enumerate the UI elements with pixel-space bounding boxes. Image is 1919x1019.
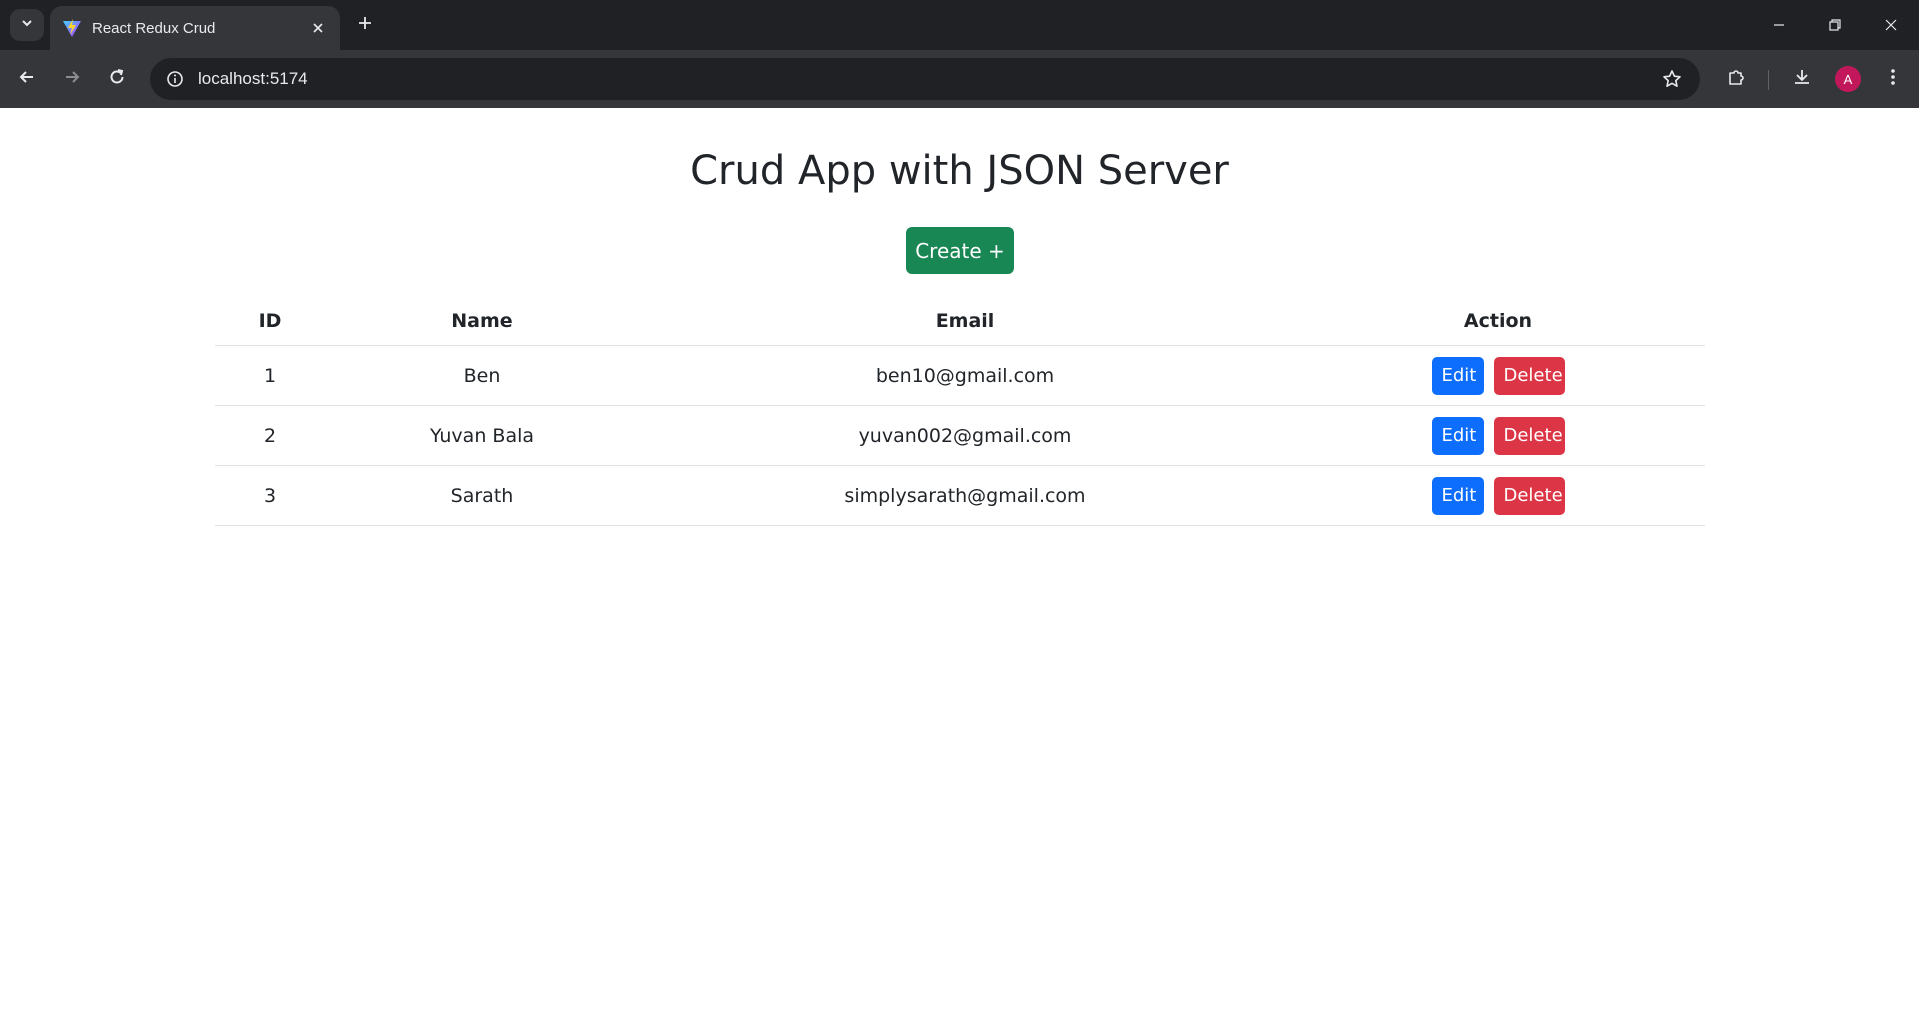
restore-button[interactable] xyxy=(1807,0,1863,50)
cell-action: Edit Delete xyxy=(1291,405,1705,466)
back-button[interactable] xyxy=(11,63,43,95)
cell-name: Sarath xyxy=(325,465,639,526)
reload-icon xyxy=(108,68,126,91)
address-bar[interactable]: localhost:5174 xyxy=(150,58,1700,100)
users-table: ID Name Email Action 1 Ben ben10@gmail.c… xyxy=(215,296,1705,526)
info-icon[interactable] xyxy=(160,64,190,94)
close-icon[interactable] xyxy=(306,16,330,40)
cell-id: 1 xyxy=(215,345,325,406)
reload-button[interactable] xyxy=(101,63,133,95)
edit-button[interactable]: Edit xyxy=(1431,416,1484,455)
cell-id: 3 xyxy=(215,465,325,526)
edit-button[interactable]: Edit xyxy=(1431,356,1484,395)
toolbar-divider xyxy=(1768,70,1769,90)
table-row: 2 Yuvan Bala yuvan002@gmail.com Edit Del… xyxy=(215,405,1705,466)
minimize-button[interactable] xyxy=(1751,0,1807,50)
delete-button[interactable]: Delete xyxy=(1493,476,1565,515)
cell-id: 2 xyxy=(215,405,325,466)
table-row: 3 Sarath simplysarath@gmail.com Edit Del… xyxy=(215,465,1705,526)
arrow-right-icon xyxy=(63,68,81,91)
cell-name: Ben xyxy=(325,345,639,406)
browser-tab-active[interactable]: React Redux Crud xyxy=(50,6,340,50)
downloads-button[interactable] xyxy=(1786,63,1818,95)
forward-button[interactable] xyxy=(56,63,88,95)
browser-toolbar: localhost:5174 A xyxy=(0,50,1919,108)
delete-button[interactable]: Delete xyxy=(1493,416,1565,455)
puzzle-icon xyxy=(1727,67,1747,92)
cell-action: Edit Delete xyxy=(1291,345,1705,406)
create-button[interactable]: Create + xyxy=(906,227,1014,274)
url-text[interactable]: localhost:5174 xyxy=(198,69,1656,89)
header-id: ID xyxy=(215,296,325,346)
cell-email: ben10@gmail.com xyxy=(639,345,1291,406)
table-header-row: ID Name Email Action xyxy=(215,296,1705,346)
browser-menu-button[interactable] xyxy=(1877,63,1909,95)
extensions-button[interactable] xyxy=(1721,63,1753,95)
header-action: Action xyxy=(1291,296,1705,346)
edit-button[interactable]: Edit xyxy=(1431,476,1484,515)
kebab-menu-icon xyxy=(1890,67,1896,92)
table-row: 1 Ben ben10@gmail.com Edit Delete xyxy=(215,345,1705,406)
cell-email: yuvan002@gmail.com xyxy=(639,405,1291,466)
arrow-left-icon xyxy=(18,68,36,91)
tab-search-button[interactable] xyxy=(10,9,44,41)
plus-icon xyxy=(357,15,373,36)
vite-logo-icon xyxy=(62,18,82,38)
page-title: Crud App with JSON Server xyxy=(690,148,1229,194)
delete-button[interactable]: Delete xyxy=(1493,356,1565,395)
cell-name: Yuvan Bala xyxy=(325,405,639,466)
profile-avatar[interactable]: A xyxy=(1835,66,1861,92)
tab-title: React Redux Crud xyxy=(92,19,216,37)
header-email: Email xyxy=(639,296,1291,346)
header-name: Name xyxy=(325,296,639,346)
new-tab-button[interactable] xyxy=(352,12,378,38)
cell-action: Edit Delete xyxy=(1291,465,1705,526)
browser-tabstrip: React Redux Crud xyxy=(0,0,1919,50)
star-icon[interactable] xyxy=(1656,63,1688,95)
chevron-down-icon xyxy=(20,16,34,35)
cell-email: simplysarath@gmail.com xyxy=(639,465,1291,526)
close-window-button[interactable] xyxy=(1863,0,1919,50)
download-icon xyxy=(1792,67,1812,92)
